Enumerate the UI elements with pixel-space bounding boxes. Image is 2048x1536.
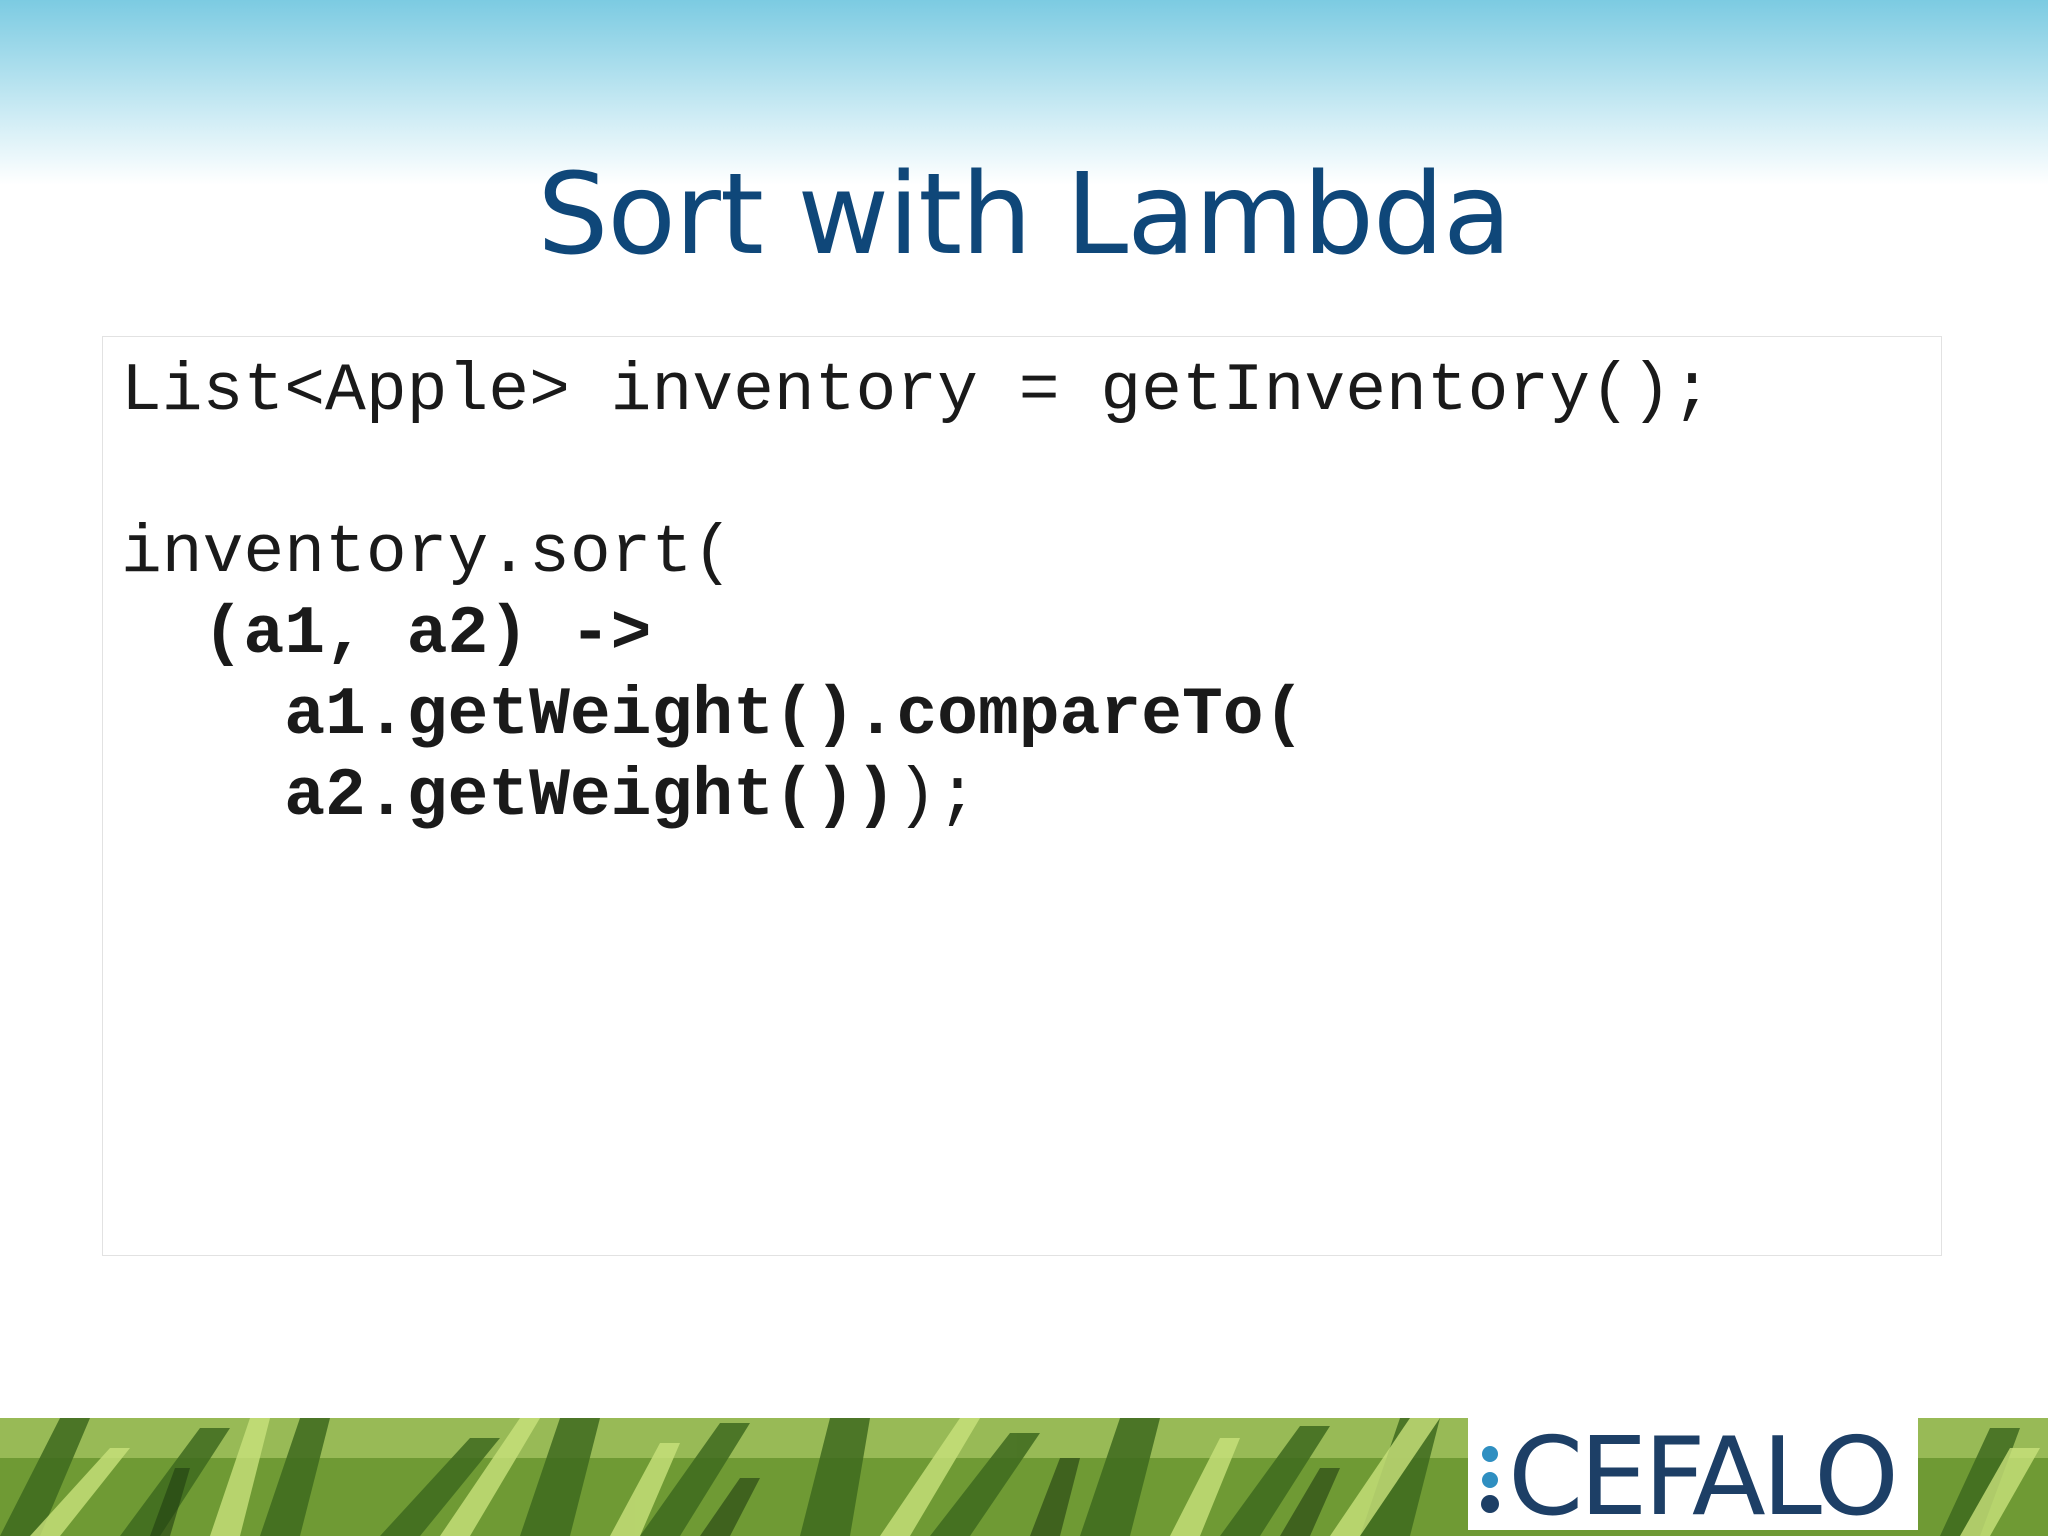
logo-dots-icon — [1481, 1446, 1499, 1513]
code-line-4: (a1, a2) -> — [121, 596, 652, 673]
slide: Sort with Lambda List<Apple> inventory =… — [0, 0, 2048, 1536]
slide-title: Sort with Lambda — [537, 150, 1511, 280]
code-line-6-tail: ); — [896, 758, 978, 835]
code-line-1: List<Apple> inventory = getInventory(); — [121, 353, 1713, 430]
logo-wordmark: CEFALO — [1508, 1415, 1899, 1536]
code-line-5: a1.getWeight().compareTo( — [121, 677, 1305, 754]
code-content: List<Apple> inventory = getInventory(); … — [121, 351, 1712, 837]
code-line-6-bold: a2.getWeight()) — [121, 758, 897, 835]
company-logo: CEFALO — [1468, 1415, 1918, 1536]
code-block: List<Apple> inventory = getInventory(); … — [102, 336, 1942, 1256]
code-line-3: inventory.sort( — [121, 515, 734, 592]
